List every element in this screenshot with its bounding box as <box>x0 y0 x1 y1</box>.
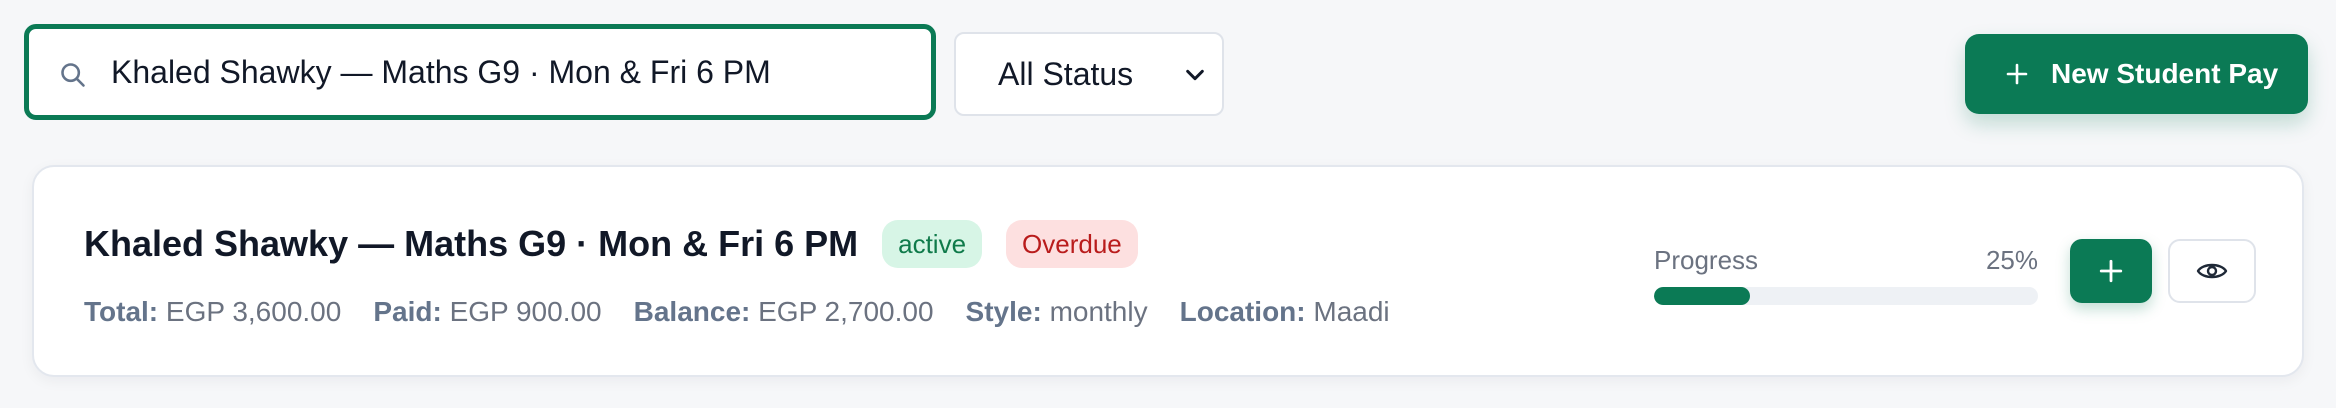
student-payment-card: Khaled Shawky — Maths G9 · Mon & Fri 6 P… <box>32 165 2304 377</box>
add-payment-button[interactable] <box>2070 239 2152 303</box>
progress-section: Progress 25% <box>1654 245 2038 305</box>
plus-icon <box>2099 259 2123 283</box>
meta-style: Style: monthly <box>966 296 1148 328</box>
toolbar: All Status New Student Pay <box>24 24 2312 120</box>
status-badge: active <box>882 220 983 268</box>
view-details-button[interactable] <box>2168 239 2256 303</box>
meta-paid: Paid: EGP 900.00 <box>373 296 601 328</box>
progress-fill <box>1654 287 1750 305</box>
overdue-badge: Overdue <box>1006 220 1138 268</box>
status-filter-select[interactable]: All Status <box>954 32 1224 116</box>
meta-total-value: EGP 3,600.00 <box>165 296 342 327</box>
meta-paid-value: EGP 900.00 <box>449 296 602 327</box>
meta-location-value: Maadi <box>1313 296 1390 327</box>
meta-style-value: monthly <box>1049 296 1148 327</box>
progress-label: Progress <box>1654 245 1759 275</box>
plus-icon <box>2006 63 2028 85</box>
status-filter-value: All Status <box>998 55 1134 92</box>
progress-track <box>1654 287 2038 305</box>
search-icon <box>61 63 85 87</box>
progress-header: Progress 25% <box>1654 245 2038 279</box>
meta-style-label: Style: <box>965 296 1042 327</box>
payment-meta: Total: EGP 3,600.00 Paid: EGP 900.00 Bal… <box>84 292 1390 332</box>
eye-icon <box>2196 263 2228 279</box>
meta-total-label: Total: <box>84 296 159 327</box>
card-title: Khaled Shawky — Maths G9 · Mon & Fri 6 P… <box>84 223 859 264</box>
meta-paid-label: Paid: <box>373 296 442 327</box>
new-student-pay-button[interactable]: New Student Pay <box>1965 34 2308 114</box>
meta-location: Location: Maadi <box>1180 296 1390 328</box>
meta-total: Total: EGP 3,600.00 <box>84 296 341 328</box>
meta-balance-label: Balance: <box>633 296 751 327</box>
search-input[interactable] <box>111 47 911 97</box>
progress-percent: 25% <box>1985 245 2038 275</box>
new-student-pay-label: New Student Pay <box>2051 58 2279 89</box>
meta-balance: Balance: EGP 2,700.00 <box>634 296 934 328</box>
meta-location-label: Location: <box>1179 296 1306 327</box>
card-header: Khaled Shawky — Maths G9 · Mon & Fri 6 P… <box>84 219 1138 269</box>
meta-balance-value: EGP 2,700.00 <box>758 296 934 327</box>
search-box[interactable] <box>24 24 936 120</box>
chevron-down-icon <box>1186 69 1204 81</box>
